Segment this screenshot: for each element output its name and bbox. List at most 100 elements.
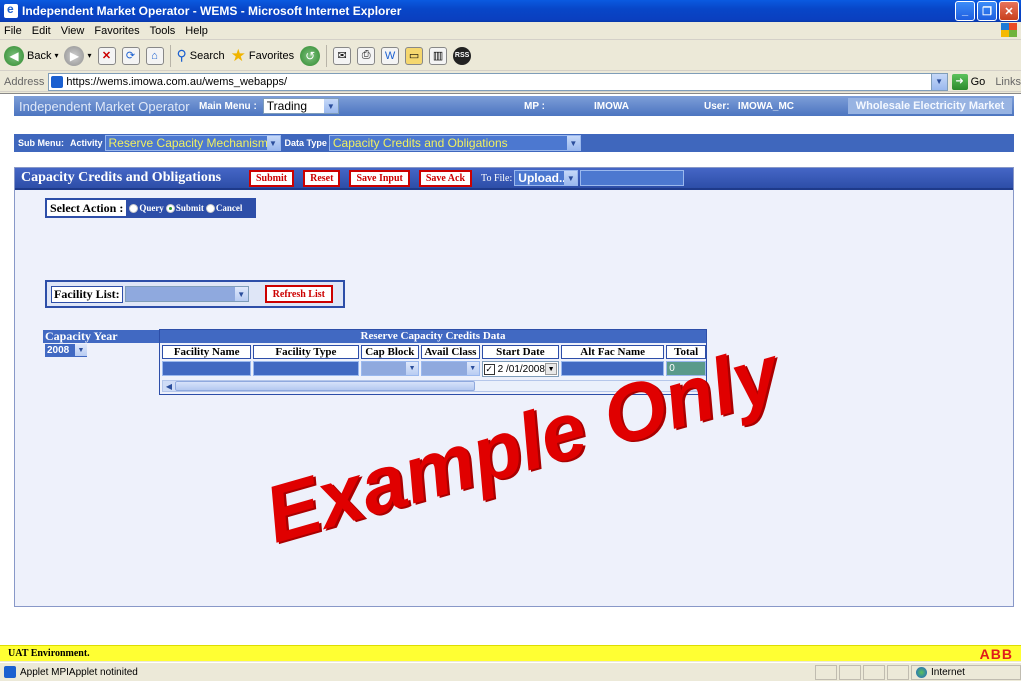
- history-icon[interactable]: ↺: [300, 45, 321, 66]
- address-url: https://wems.imowa.com.au/wems_webapps/: [66, 75, 288, 88]
- data-type-label: Data Type: [284, 138, 327, 148]
- menu-help[interactable]: Help: [185, 25, 208, 37]
- folder-icon[interactable]: ▭: [405, 46, 424, 65]
- status-panes: Internet: [815, 665, 1021, 680]
- back-button[interactable]: ◀ Back ▾: [4, 45, 58, 66]
- column-header: Alt Fac Name: [561, 345, 665, 359]
- search-icon: ⚲: [176, 47, 187, 63]
- forward-dropdown-icon[interactable]: ▾: [87, 51, 91, 60]
- status-pane: [863, 665, 885, 680]
- windows-logo-icon: [1001, 23, 1017, 37]
- facility-type-cell[interactable]: [253, 361, 359, 376]
- menu-favorites[interactable]: Favorites: [94, 25, 139, 37]
- search-button[interactable]: ⚲ Search: [177, 47, 225, 64]
- address-input[interactable]: https://wems.imowa.com.au/wems_webapps/ …: [48, 72, 948, 91]
- activity-value: Reserve Capacity Mechanism: [108, 136, 268, 150]
- column-header: Facility Name: [162, 345, 252, 359]
- submit-button[interactable]: Submit: [249, 169, 295, 187]
- applet-icon: [4, 666, 16, 678]
- mail-icon[interactable]: ✉: [333, 46, 352, 65]
- save-ack-button[interactable]: Save Ack: [418, 169, 473, 187]
- capacity-year-value: 2008: [47, 345, 70, 356]
- file-path-input[interactable]: [580, 170, 685, 186]
- upload-select[interactable]: Upload... ▼: [514, 170, 579, 186]
- window-title: Independent Market Operator - WEMS - Mic…: [22, 4, 402, 18]
- chevron-down-icon: ▼: [406, 362, 419, 375]
- data-type-value: Capacity Credits and Obligations: [332, 136, 508, 150]
- avail-class-select[interactable]: ▼: [421, 361, 480, 376]
- radio-query[interactable]: Query: [129, 203, 164, 214]
- favorites-button[interactable]: ★ Favorites: [231, 46, 295, 66]
- wem-badge: Wholesale Electricity Market: [848, 98, 1012, 114]
- forward-button[interactable]: ▶ ▾: [64, 45, 92, 66]
- capacity-year-select[interactable]: 2008 ▼: [45, 344, 87, 357]
- radio-submit[interactable]: Submit: [165, 202, 204, 214]
- main-menu-select[interactable]: Trading ▼: [262, 98, 339, 114]
- back-arrow-icon: ◀: [4, 45, 24, 66]
- main-menu-label: Main Menu :: [199, 100, 257, 112]
- radio-cancel-label: Cancel: [215, 202, 243, 213]
- scroll-thumb[interactable]: [175, 381, 475, 391]
- start-date-picker[interactable]: ✓ 2 /01/2008 ▼: [481, 361, 560, 377]
- mp-value: IMOWA: [594, 100, 629, 112]
- data-type-select[interactable]: Capacity Credits and Obligations ▼: [328, 135, 581, 151]
- facility-name-cell[interactable]: [162, 361, 252, 376]
- chevron-down-icon: ▼: [75, 344, 87, 356]
- menu-edit[interactable]: Edit: [32, 25, 51, 37]
- back-dropdown-icon[interactable]: ▾: [54, 51, 58, 60]
- panel-title: Capacity Credits and Obligations: [21, 170, 222, 185]
- sub-menu-label: Sub Menu:: [18, 138, 64, 148]
- edit-icon[interactable]: W: [381, 46, 400, 65]
- home-icon[interactable]: ⌂: [145, 46, 164, 65]
- save-input-button[interactable]: Save Input: [349, 169, 410, 187]
- go-button[interactable]: ➜ Go: [951, 73, 986, 90]
- toolbar-separator: [326, 44, 328, 67]
- chevron-down-icon: ▼: [266, 136, 280, 150]
- facility-list-select[interactable]: ▼: [124, 286, 249, 302]
- menu-view[interactable]: View: [61, 25, 85, 37]
- page-icon: [51, 75, 64, 88]
- refresh-icon[interactable]: ⟳: [121, 46, 140, 65]
- menu-tools[interactable]: Tools: [150, 25, 176, 37]
- user-value: IMOWA_MC: [737, 100, 795, 112]
- links-button[interactable]: Links: [995, 76, 1021, 88]
- main-panel: Capacity Credits and Obligations Submit …: [14, 167, 1014, 607]
- refresh-list-button[interactable]: Refresh List: [264, 285, 333, 303]
- radio-button-icon: [205, 204, 215, 214]
- select-action-label: Select Action :: [47, 200, 128, 216]
- toolbar-separator: [169, 44, 171, 67]
- close-button[interactable]: ✕: [999, 1, 1019, 21]
- zone-label: Internet: [931, 667, 965, 678]
- status-pane: [839, 665, 861, 680]
- window-controls: _ ❐ ✕: [955, 1, 1019, 21]
- maximize-button[interactable]: ❐: [977, 1, 997, 21]
- address-bar: Address https://wems.imowa.com.au/wems_w…: [0, 72, 1021, 92]
- go-label: Go: [970, 75, 986, 88]
- stop-icon[interactable]: ✕: [97, 46, 116, 65]
- print-icon[interactable]: ⎙: [357, 46, 376, 65]
- activity-label: Activity: [70, 138, 103, 148]
- radio-cancel[interactable]: Cancel: [205, 202, 243, 214]
- search-label: Search: [189, 49, 225, 62]
- abb-logo: ABB: [979, 646, 1013, 662]
- select-action-group: Select Action : Query Submit Cancel: [45, 198, 256, 218]
- minimize-button[interactable]: _: [955, 1, 975, 21]
- rss-icon[interactable]: RSS: [453, 46, 472, 65]
- cap-block-select[interactable]: ▼: [360, 361, 420, 376]
- research-icon[interactable]: ▥: [429, 46, 448, 65]
- grid-title: Reserve Capacity Credits Data: [160, 330, 706, 343]
- page-content: Independent Market Operator Main Menu : …: [0, 93, 1021, 646]
- activity-select[interactable]: Reserve Capacity Mechanism ▼: [104, 135, 281, 151]
- address-dropdown-icon[interactable]: ▼: [930, 73, 947, 90]
- start-date-value: 2 /01/2008: [497, 363, 545, 375]
- favorites-star-icon: ★: [230, 45, 246, 65]
- app-header: Independent Market Operator Main Menu : …: [14, 96, 1014, 116]
- reset-button[interactable]: Reset: [303, 169, 341, 187]
- to-file-label: To File:: [481, 172, 513, 184]
- menu-file[interactable]: File: [4, 25, 22, 37]
- checkbox-icon[interactable]: ✓: [483, 363, 495, 375]
- scroll-left-icon[interactable]: ◀: [163, 381, 175, 391]
- radio-submit-label: Submit: [175, 202, 204, 213]
- radio-button-icon: [129, 204, 139, 214]
- chevron-down-icon: ▼: [566, 136, 580, 150]
